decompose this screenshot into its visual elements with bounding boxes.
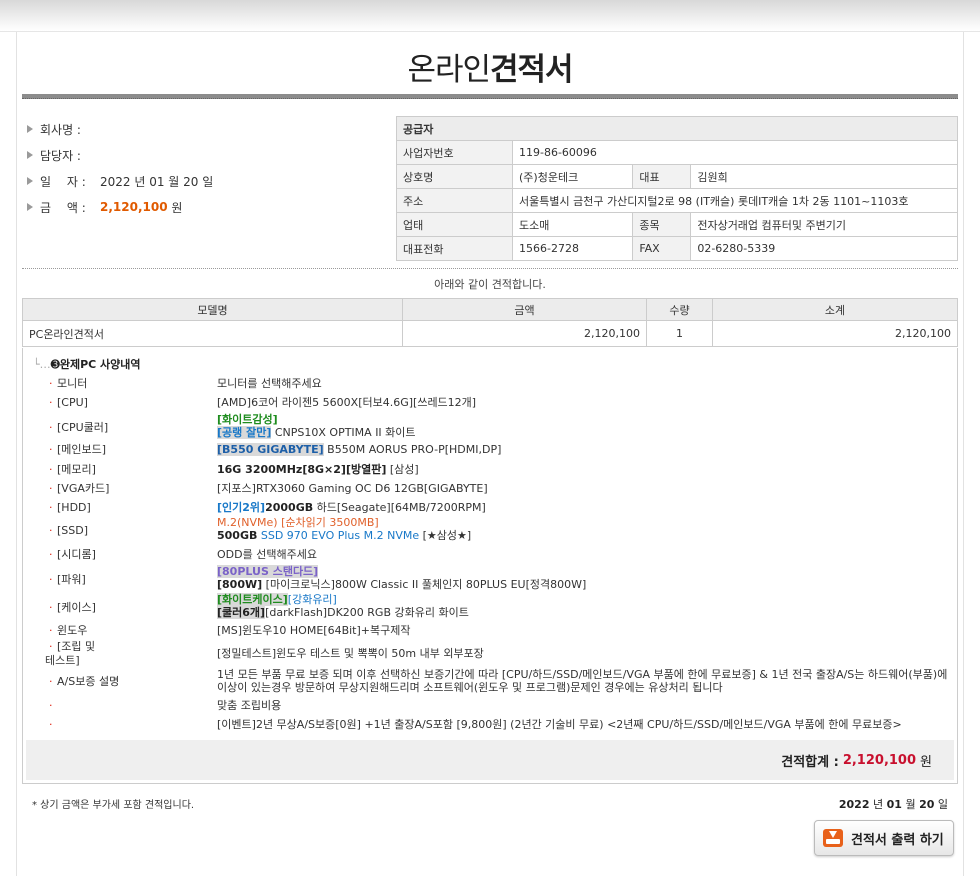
tel-value: 1566-2728 [511, 236, 634, 261]
row-price: 2,120,100 [402, 320, 647, 347]
arrow-icon [24, 122, 38, 136]
biz-no-label: 사업자번호 [396, 140, 513, 165]
tel-label: 대표전화 [396, 236, 513, 261]
col-price: 금액 [402, 298, 647, 321]
col-subtotal: 소계 [712, 298, 958, 321]
fax-label: FAX [632, 236, 692, 261]
spec-bullet-icon: ➌ [50, 358, 60, 371]
vat-note: * 상기 금액은 부가세 포함 견적입니다. [32, 800, 195, 811]
download-icon [823, 829, 843, 847]
arrow-icon [24, 148, 38, 162]
date-label: 일 자 : [40, 174, 86, 189]
arrow-icon [24, 200, 38, 214]
items-table: 모델명 금액 수량 소계 PC온라인견적서 2,120,100 1 2,120,… [22, 298, 958, 347]
print-button-label: 견적서 출력 하기 [851, 832, 944, 848]
title-divider [22, 94, 958, 99]
total-bar: 견적합계 : 2,120,100 원 [26, 740, 954, 780]
fax-value: 02-6280-5339 [690, 236, 958, 261]
spec-panel: └…➌완제PC 사양내역 · 모니터 모니터를 선택해주세요 · [CPU] [AMD]… [22, 348, 958, 784]
total-label: 견적합계 : [781, 754, 839, 770]
col-qty: 수량 [646, 298, 713, 321]
table-row: PC온라인견적서 2,120,100 1 2,120,100 [22, 320, 958, 347]
total-value: 2,120,100 [842, 752, 917, 768]
spec-heading: └…➌완제PC 사양내역 [33, 358, 141, 371]
tree-icon: └… [33, 358, 51, 371]
business-label: 업태 [396, 212, 513, 237]
date-row: 일 자 : 2022 년 01 월 20 일 [24, 168, 384, 194]
biz-no-value: 119-86-60096 [512, 140, 958, 165]
row-subtotal: 2,120,100 [712, 320, 958, 347]
item-value: 전자상거래업 컴퓨터및 주변기기 [690, 212, 958, 237]
top-banner [0, 0, 980, 32]
total-unit: 원 [920, 754, 932, 770]
customer-info: 회사명 : 담당자 : 일 자 : 2022 년 01 월 20 일 금 액 :… [24, 116, 384, 220]
company-name-value: (주)청운테크 [511, 164, 634, 189]
amount-label: 금 액 : [40, 200, 86, 215]
date-value: 2022 년 01 월 20 일 [100, 174, 214, 189]
supplier-header: 공급자 [396, 116, 958, 141]
manager-label: 담당자 : [40, 148, 81, 163]
company-name-label: 상호명 [396, 164, 513, 189]
amount-value: 2,120,100 [100, 200, 168, 214]
manager-row: 담당자 : [24, 142, 384, 168]
arrow-icon [24, 174, 38, 188]
business-value: 도소매 [511, 212, 634, 237]
section-divider [22, 268, 958, 269]
row-model: PC온라인견적서 [22, 320, 403, 347]
amount-row: 금 액 : 2,120,100 원 [24, 194, 384, 220]
estimate-subtitle: 아래와 같이 견적합니다. [434, 278, 546, 291]
company-row: 회사명 : [24, 116, 384, 142]
page-title: 온라인견적서 [407, 52, 573, 88]
ceo-value: 김원희 [690, 164, 958, 189]
col-model: 모델명 [22, 298, 403, 321]
address-value: 서울특별시 금천구 가산디지털2로 98 (IT캐슬) 롯데IT캐슬 1차 2동… [512, 188, 958, 213]
supplier-table: 공급자 사업자번호 119-86-60096 상호명 (주)청운테크 대표 김원… [396, 116, 958, 261]
item-label: 종목 [632, 212, 692, 237]
row-qty: 1 [646, 320, 713, 347]
footer-date: 2022 년 01 월 20 일 [838, 798, 948, 811]
ceo-label: 대표 [632, 164, 692, 189]
print-estimate-button[interactable]: 견적서 출력 하기 [814, 820, 954, 856]
address-label: 주소 [396, 188, 513, 213]
amount-unit: 원 [171, 200, 183, 215]
company-label: 회사명 : [40, 122, 81, 137]
